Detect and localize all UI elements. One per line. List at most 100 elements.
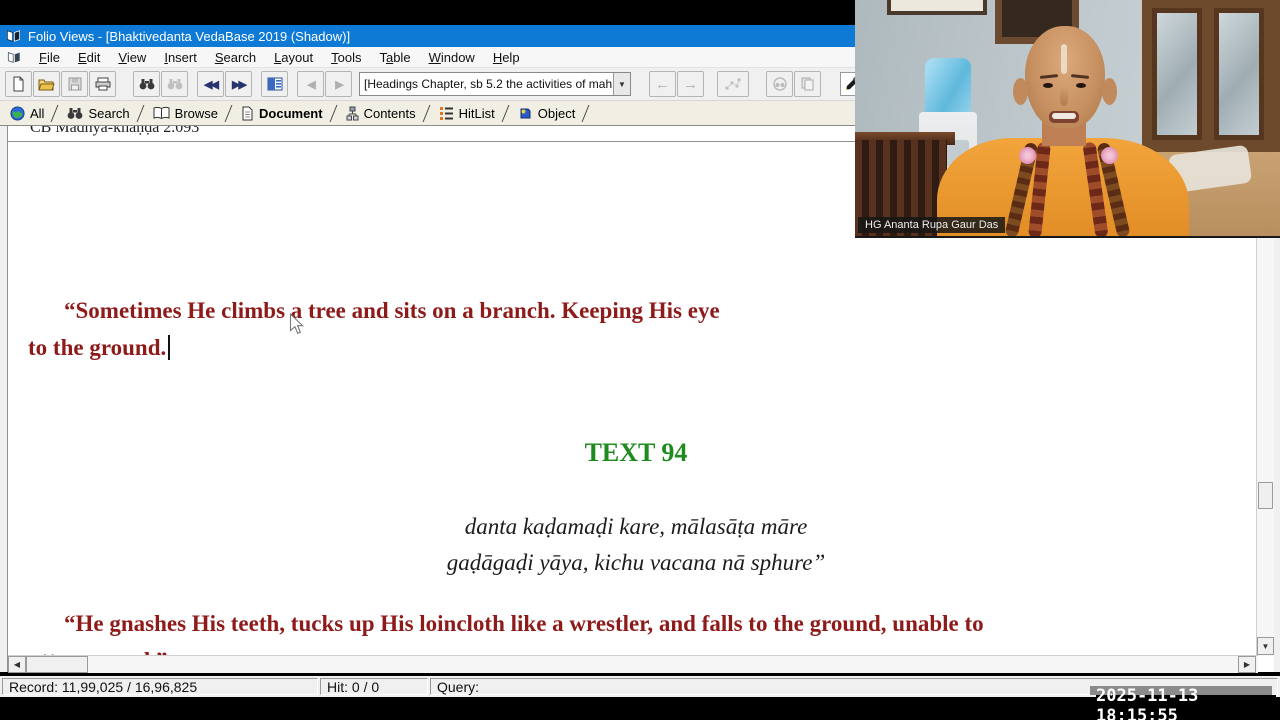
open-folder-icon	[38, 79, 55, 91]
record-search-icon	[772, 77, 787, 91]
go-to-record-icon	[267, 77, 282, 91]
status-bar: Record: 11,99,025 / 16,96,825 Hit: 0 / 0…	[0, 676, 1280, 697]
menu-file[interactable]: File	[30, 48, 69, 67]
arrow-left-icon: ◀	[13, 660, 21, 669]
tab-hitlist-label: HitList	[458, 105, 495, 121]
mouse-cursor	[289, 313, 304, 335]
tab-hitlist[interactable]: HitList	[429, 101, 503, 125]
tab-all[interactable]: All	[0, 101, 52, 125]
search-binoculars-icon	[139, 78, 154, 89]
menu-window[interactable]: Window	[420, 48, 484, 67]
text-cursor	[168, 335, 171, 360]
tab-document-label: Document	[259, 105, 323, 121]
document-icon	[242, 106, 253, 120]
webcam-name-label: HG Ananta Rupa Gaur Das	[858, 217, 1006, 233]
tab-object-label: Object	[537, 105, 576, 121]
tab-search[interactable]: Search	[57, 101, 137, 125]
save-button[interactable]	[61, 71, 88, 97]
hit-status: Hit: 0 / 0	[320, 678, 428, 695]
hitlist-icon	[439, 107, 453, 120]
headings-dropdown-button[interactable]: ▼	[613, 73, 630, 95]
timestamp: 2025-11-13 18:15:55	[1096, 686, 1276, 720]
previous-hit-icon: ←	[655, 75, 670, 93]
headings-dropdown[interactable]: [Headings Chapter, sb 5.2 the activities…	[359, 72, 631, 96]
globe-icon	[10, 105, 25, 121]
person-teeth	[1052, 113, 1076, 119]
scroll-down-button[interactable]: ▼	[1257, 637, 1274, 655]
forward-button[interactable]: ▶	[325, 71, 352, 97]
arrow-right-icon: ▶	[1243, 660, 1251, 669]
previous-record-button[interactable]: ◀◀	[197, 71, 224, 97]
menu-layout[interactable]: Layout	[265, 48, 322, 67]
contents-tree-icon	[346, 106, 359, 120]
menu-search[interactable]: Search	[206, 48, 265, 67]
jump-links-icon	[725, 78, 741, 90]
next-hit-icon: →	[683, 75, 698, 93]
menu-edit[interactable]: Edit	[69, 48, 109, 67]
webcam-overlay: HG Ananta Rupa Gaur Das	[855, 0, 1280, 238]
person-ear-left	[1013, 78, 1028, 105]
verse: danta kaḍamaḍi kare, mālasāṭa māre gaḍāg…	[446, 514, 826, 575]
back-icon: ◀	[307, 78, 316, 91]
document-menu-icon	[7, 51, 20, 63]
tab-contents-label: Contents	[363, 105, 416, 121]
flower-garland-left	[1019, 147, 1036, 164]
menu-view[interactable]: View	[109, 48, 155, 67]
search-again-button[interactable]	[161, 71, 188, 97]
record-status: Record: 11,99,025 / 16,96,825	[2, 678, 318, 695]
jump-links-button[interactable]	[717, 71, 749, 97]
folio-views-app-icon	[7, 30, 20, 42]
tab-browse-label: Browse	[174, 105, 219, 121]
text-heading: TEXT 94	[584, 438, 688, 467]
tab-object[interactable]: Object	[508, 101, 584, 125]
object-icon	[520, 108, 531, 118]
next-double-icon: ▶▶	[232, 78, 247, 91]
flower-garland-right	[1101, 147, 1118, 164]
tab-contents[interactable]: Contents	[336, 101, 424, 125]
person-nose	[1060, 86, 1068, 106]
vertical-scrollbar-thumb[interactable]	[1258, 482, 1273, 509]
new-document-icon	[13, 76, 24, 92]
binoculars-icon	[68, 107, 83, 119]
tab-search-label: Search	[88, 105, 130, 121]
menu-help[interactable]: Help	[484, 48, 529, 67]
next-record-button[interactable]: ▶▶	[225, 71, 252, 97]
reference-heading: CB Madhya-khaṇḍa 2.093	[30, 126, 200, 136]
person-eye-right	[1076, 83, 1086, 88]
menu-insert[interactable]: Insert	[155, 48, 206, 67]
previous-hit-button[interactable]: ←	[649, 71, 676, 97]
scroll-left-button[interactable]: ◀	[8, 656, 26, 673]
headings-dropdown-value: [Headings Chapter, sb 5.2 the activities…	[364, 77, 613, 91]
open-button[interactable]	[33, 71, 60, 97]
query-button[interactable]	[133, 71, 160, 97]
water-dispenser-bottle	[925, 58, 971, 116]
window-frame-left	[0, 126, 8, 672]
scroll-right-button[interactable]: ▶	[1238, 656, 1256, 673]
picture-frame-small	[887, 0, 987, 15]
copy-record-button[interactable]	[794, 71, 821, 97]
search-again-icon	[167, 78, 182, 89]
tilaka-mark	[1061, 44, 1067, 74]
tab-all-label: All	[30, 105, 45, 121]
new-document-button[interactable]	[5, 71, 32, 97]
horizontal-scrollbar-thumb[interactable]	[26, 656, 88, 673]
tab-document[interactable]: Document	[231, 101, 331, 125]
window-title: Folio Views - [Bhaktivedanta VedaBase 20…	[28, 28, 351, 44]
save-icon	[68, 77, 81, 91]
horizontal-scrollbar[interactable]: ◀ ▶	[8, 655, 1258, 673]
go-to-record-button[interactable]	[261, 71, 288, 97]
backtrack-button[interactable]: ◀	[297, 71, 324, 97]
tab-browse[interactable]: Browse	[143, 101, 226, 125]
menu-table[interactable]: Table	[370, 48, 419, 67]
video-frame: Folio Views - [Bhaktivedanta VedaBase 20…	[0, 0, 1280, 720]
person-ear-right	[1102, 78, 1117, 105]
cabinet-glass-pane	[1214, 8, 1264, 140]
open-book-icon	[153, 106, 170, 120]
menu-tools[interactable]: Tools	[322, 48, 370, 67]
print-button[interactable]	[89, 71, 116, 97]
copy-record-icon	[801, 77, 814, 91]
next-hit-button[interactable]: →	[677, 71, 704, 97]
previous-double-icon: ◀◀	[204, 78, 219, 91]
record-search-button[interactable]	[766, 71, 793, 97]
forward-icon: ▶	[335, 78, 344, 91]
